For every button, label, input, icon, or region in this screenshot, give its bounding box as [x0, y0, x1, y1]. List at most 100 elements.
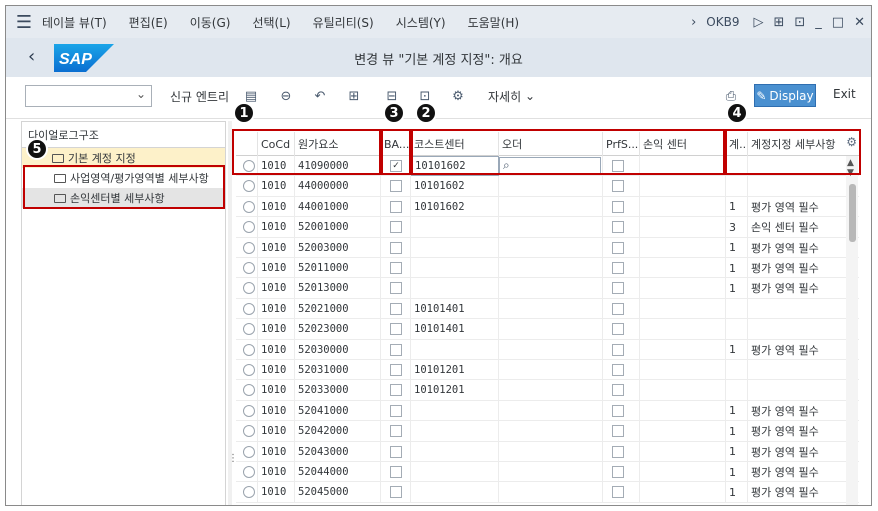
close-icon[interactable]: ✕ [854, 15, 865, 30]
table-row[interactable]: 1010 52030000 1 평가 영역 필수 [236, 339, 859, 360]
row-select-radio[interactable] [243, 343, 255, 356]
order-cell[interactable] [499, 319, 603, 340]
row-selector-cell[interactable] [236, 421, 258, 442]
row-select-radio[interactable] [243, 384, 255, 397]
maximize-icon[interactable]: □ [832, 15, 844, 30]
row-selector-cell[interactable] [236, 462, 258, 482]
order-cell[interactable] [499, 400, 603, 421]
row-selector-cell[interactable] [236, 380, 258, 401]
row-select-radio[interactable] [243, 364, 255, 376]
hamburger-menu-icon[interactable]: ☰ [6, 12, 42, 33]
ba-checkbox[interactable] [390, 445, 402, 458]
ba-checkbox[interactable] [390, 425, 402, 438]
order-cell[interactable] [499, 217, 603, 238]
menu-goto[interactable]: 이동(G) [190, 14, 231, 31]
undo-icon[interactable]: ↶ [310, 86, 330, 106]
row-selector-cell[interactable] [236, 400, 258, 421]
table-row[interactable]: 1010 52011000 1 평가 영역 필수 [236, 258, 859, 279]
row-selector-cell[interactable] [236, 339, 258, 360]
cost-center-cell[interactable] [411, 482, 499, 503]
ba-checkbox[interactable] [390, 262, 402, 274]
order-cell[interactable] [499, 380, 603, 401]
row-selector-cell[interactable] [236, 258, 258, 278]
row-select-radio[interactable] [243, 425, 255, 438]
cost-center-cell[interactable] [411, 217, 499, 238]
layout-icon[interactable]: ⊞ [773, 15, 784, 30]
profit-center-cell[interactable] [640, 258, 726, 278]
delete-icon[interactable]: ⊖ [276, 86, 296, 106]
profit-center-cell[interactable] [640, 421, 726, 442]
row-select-radio[interactable] [243, 282, 255, 295]
prfs-checkbox[interactable] [612, 302, 624, 315]
row-selector-cell[interactable] [236, 278, 258, 299]
table-scrollbar[interactable]: ▲ ▼ [846, 156, 858, 505]
cost-center-cell[interactable] [411, 237, 499, 258]
profit-center-cell[interactable] [640, 278, 726, 299]
select-all-icon[interactable]: ⊞ [344, 86, 364, 106]
cost-center-cell[interactable] [411, 441, 499, 462]
prfs-checkbox[interactable] [612, 343, 624, 356]
cost-center-cell[interactable]: 10101201 [411, 360, 499, 380]
cost-center-cell[interactable] [411, 258, 499, 278]
row-select-radio[interactable] [243, 200, 255, 213]
row-selector-cell[interactable] [236, 360, 258, 380]
row-select-radio[interactable] [243, 262, 255, 274]
order-cell[interactable] [499, 278, 603, 299]
cost-center-cell[interactable] [411, 462, 499, 482]
cost-center-cell[interactable]: 10101401 [411, 298, 499, 319]
details-button[interactable]: 자세히 ⌄ [488, 85, 535, 107]
command-dropdown[interactable]: ⌄ [25, 85, 152, 107]
ba-checkbox[interactable] [390, 404, 402, 417]
row-select-radio[interactable] [243, 302, 255, 315]
ba-checkbox[interactable] [390, 343, 402, 356]
row-selector-cell[interactable] [236, 196, 258, 217]
order-cell[interactable] [499, 339, 603, 360]
row-selector-cell[interactable] [236, 237, 258, 258]
row-select-radio[interactable] [243, 323, 255, 336]
table-row[interactable]: 1010 52003000 1 평가 영역 필수 [236, 237, 859, 258]
profit-center-cell[interactable] [640, 380, 726, 401]
menu-system[interactable]: 시스템(Y) [396, 14, 446, 31]
profit-center-cell[interactable] [640, 339, 726, 360]
ba-checkbox[interactable] [390, 282, 402, 295]
prfs-checkbox[interactable] [612, 486, 624, 499]
cost-center-cell[interactable]: 10101602 [411, 196, 499, 217]
ba-checkbox[interactable] [390, 180, 402, 193]
row-selector-cell[interactable] [236, 176, 258, 197]
row-select-radio[interactable] [243, 486, 255, 499]
cost-center-cell[interactable]: 10101401 [411, 319, 499, 340]
row-selector-cell[interactable] [236, 298, 258, 319]
cost-center-cell[interactable] [411, 400, 499, 421]
order-cell[interactable] [499, 258, 603, 278]
display-button[interactable]: ✎ Display [754, 84, 816, 107]
menu-help[interactable]: 도움말(H) [468, 14, 520, 31]
configure-icon[interactable]: ⚙ [448, 86, 468, 106]
row-selector-cell[interactable] [236, 217, 258, 238]
row-select-radio[interactable] [243, 241, 255, 254]
table-row[interactable]: 1010 52033000 10101201 [236, 380, 859, 401]
ba-checkbox[interactable] [390, 364, 402, 376]
ba-checkbox[interactable] [390, 466, 402, 478]
profit-center-cell[interactable] [640, 360, 726, 380]
menu-utilities[interactable]: 유틸리티(S) [313, 14, 374, 31]
prfs-checkbox[interactable] [612, 180, 624, 193]
order-cell[interactable] [499, 196, 603, 217]
row-select-radio[interactable] [243, 445, 255, 458]
unlock-icon[interactable]: ⊡ [794, 15, 805, 30]
ba-checkbox[interactable] [390, 323, 402, 336]
table-row[interactable]: 1010 44000000 10101602 [236, 176, 859, 197]
order-cell[interactable] [499, 482, 603, 503]
cost-center-cell[interactable]: 10101602 [411, 176, 499, 197]
prfs-checkbox[interactable] [612, 262, 624, 274]
prfs-checkbox[interactable] [612, 241, 624, 254]
table-row[interactable]: 1010 52042000 1 평가 영역 필수 [236, 421, 859, 442]
ba-checkbox[interactable] [390, 221, 402, 234]
order-cell[interactable] [499, 176, 603, 197]
play-icon[interactable]: ▷ [753, 15, 763, 30]
ba-checkbox[interactable] [390, 384, 402, 397]
cost-center-cell[interactable]: 10101201 [411, 380, 499, 401]
new-entries-button[interactable]: 신규 엔트리 [170, 85, 229, 107]
prfs-checkbox[interactable] [612, 323, 624, 336]
profit-center-cell[interactable] [640, 441, 726, 462]
table-row[interactable]: 1010 52044000 1 평가 영역 필수 [236, 462, 859, 483]
